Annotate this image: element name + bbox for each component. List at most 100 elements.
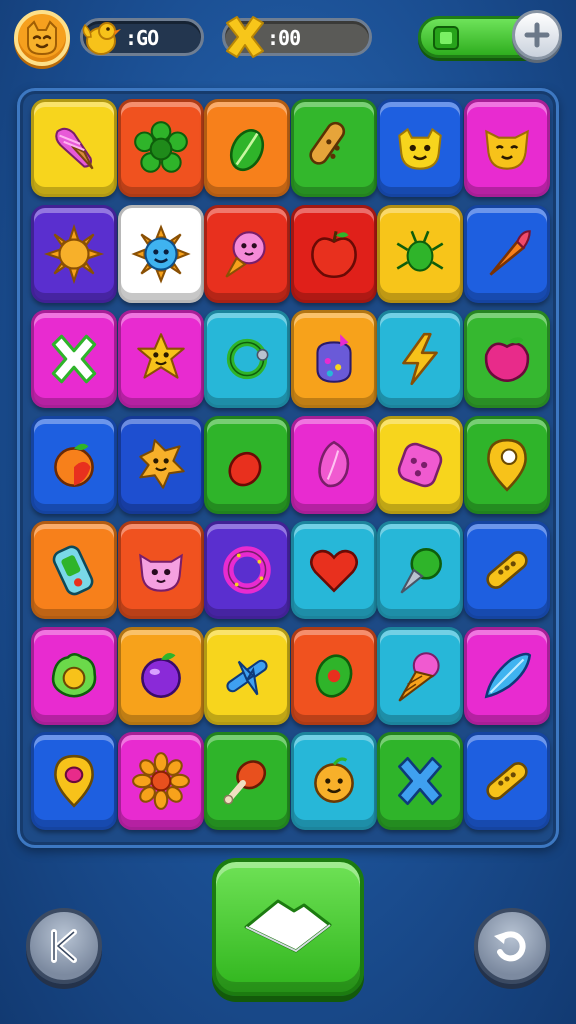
tile-r4-c1[interactable] [31, 415, 117, 514]
pink-berry-icon [303, 434, 365, 496]
undo-button[interactable] [474, 908, 550, 984]
tile-r1-c1[interactable] [31, 99, 117, 197]
tile-r3-c5[interactable] [377, 310, 463, 408]
tile-r1-c6[interactable] [463, 99, 550, 197]
tile-r5-c2[interactable] [117, 521, 204, 619]
tile-r1-c4[interactable] [290, 99, 377, 197]
tile-r3-c3[interactable] [204, 310, 290, 408]
tile-r4-c4[interactable] [290, 415, 377, 514]
coins-counter: :GO [80, 18, 204, 56]
tile-r2-c1[interactable] [31, 204, 117, 303]
tile-r7-c2[interactable] [117, 732, 204, 830]
candy-jar-icon [303, 328, 365, 390]
location-pin-icon [43, 750, 105, 812]
tile-r3-c6[interactable] [463, 310, 550, 408]
orange-flower-icon [130, 750, 192, 812]
donut-icon [216, 539, 278, 601]
white-x-icon [43, 328, 105, 390]
yellow-cat-icon [476, 117, 538, 179]
orange-smiley-icon [303, 750, 365, 812]
add-energy-button[interactable] [512, 10, 562, 60]
tile-r6-c2[interactable] [117, 626, 204, 725]
peach-icon [43, 434, 105, 496]
tile-r6-c5[interactable] [377, 626, 463, 725]
green-leaf-icon [216, 117, 278, 179]
green-battery-icon [433, 26, 459, 50]
tile-r4-c6[interactable] [463, 415, 550, 514]
back-button[interactable] [26, 908, 102, 984]
tile-r4-c2[interactable] [117, 415, 204, 514]
tile-r2-c2[interactable] [117, 204, 204, 303]
drumstick-icon [216, 750, 278, 812]
cracker-icon [476, 750, 538, 812]
tile-r1-c2[interactable] [117, 99, 204, 197]
tile-r7-c6[interactable] [463, 732, 550, 830]
tile-r7-c1[interactable] [31, 732, 117, 830]
heart-icon [303, 539, 365, 601]
blue-x-icon [389, 750, 451, 812]
top-hud: :GO :00 [0, 0, 576, 80]
tile-r1-c3[interactable] [204, 99, 290, 197]
yellow-smiley-icon [389, 117, 451, 179]
pink-dice-icon [389, 434, 451, 496]
tile-r4-c3[interactable] [204, 415, 290, 514]
blue-feather-icon [476, 645, 538, 707]
tile-r1-c5[interactable] [377, 99, 463, 197]
moves-value: :00 [267, 26, 301, 50]
ice-cream-cone-icon [389, 645, 451, 707]
moves-counter: :00 [222, 16, 372, 58]
cracker-icon [476, 539, 538, 601]
back-k-icon [51, 929, 77, 963]
tile-r5-c3[interactable] [204, 521, 290, 619]
game-board [17, 88, 559, 848]
undo-icon [494, 931, 526, 962]
green-cone-icon [389, 539, 451, 601]
tile-r7-c4[interactable] [290, 732, 377, 830]
tile-r5-c1[interactable] [31, 521, 117, 619]
green-flower-icon [130, 117, 192, 179]
tile-r5-c6[interactable] [463, 521, 550, 619]
airplane-icon [216, 645, 278, 707]
tile-r6-c3[interactable] [204, 626, 290, 725]
tile-r2-c4[interactable] [290, 204, 377, 303]
blue-sun-face-icon [130, 223, 192, 285]
lightning-icon [389, 328, 451, 390]
green-ring-icon [216, 328, 278, 390]
tile-r3-c1[interactable] [31, 310, 117, 408]
chick-icon [82, 22, 121, 55]
tile-r5-c4[interactable] [290, 521, 377, 619]
tile-r5-c5[interactable] [377, 521, 463, 619]
plum-icon [130, 645, 192, 707]
pink-cat-icon [130, 539, 192, 601]
tile-r3-c4[interactable] [290, 310, 377, 408]
tile-r2-c5[interactable] [377, 204, 463, 303]
tile-r4-c5[interactable] [377, 415, 463, 514]
tile-r6-c4[interactable] [290, 626, 377, 725]
plus-icon [524, 22, 550, 48]
lettuce-icon [43, 645, 105, 707]
avatar[interactable] [14, 10, 70, 66]
tile-r6-c6[interactable] [463, 626, 550, 725]
red-apple-icon [303, 223, 365, 285]
sun-icon [43, 223, 105, 285]
coins-value: :GO [125, 26, 159, 50]
cat-face-icon [27, 20, 57, 56]
pink-ice-cream-icon [43, 117, 105, 179]
pink-fish-icon [216, 223, 278, 285]
tile-r7-c5[interactable] [377, 732, 463, 830]
white-book-icon [244, 899, 332, 953]
yellow-star-face-icon [130, 328, 192, 390]
tile-r2-c3[interactable] [204, 204, 290, 303]
yellow-cookie-icon [130, 434, 192, 496]
peanut-icon [303, 117, 365, 179]
phone-icon [43, 539, 105, 601]
tile-r6-c1[interactable] [31, 626, 117, 725]
play-button[interactable] [212, 858, 364, 996]
carrot-icon [476, 223, 538, 285]
yellow-x-icon [226, 16, 264, 58]
tile-r2-c6[interactable] [463, 204, 550, 303]
green-bug-icon [389, 223, 451, 285]
pink-apple-icon [476, 328, 538, 390]
tile-r7-c3[interactable] [204, 732, 290, 830]
tile-r3-c2[interactable] [117, 310, 204, 408]
